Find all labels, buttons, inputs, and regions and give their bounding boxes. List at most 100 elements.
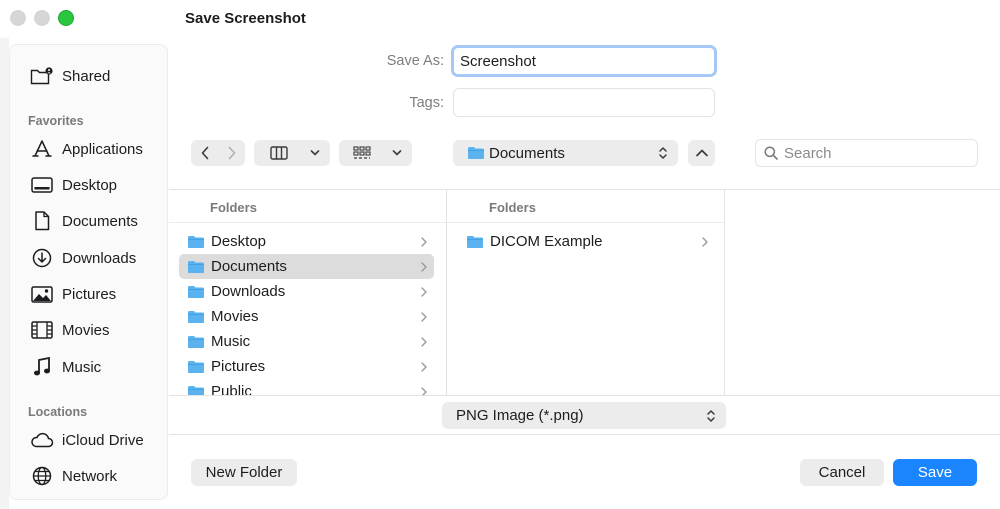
sidebar: Shared Favorites Applications Desktop Do…: [9, 44, 168, 500]
tags-input[interactable]: [453, 88, 715, 117]
applications-icon: [30, 138, 54, 160]
chevron-up-icon: [695, 149, 708, 157]
window-controls: [10, 10, 74, 26]
tags-label: Tags:: [409, 95, 444, 111]
folder-row[interactable]: Downloads: [179, 279, 434, 304]
locations-heading: Locations: [28, 405, 88, 419]
back-forward-group: [191, 140, 245, 166]
folder-icon: [187, 260, 205, 274]
column-heading: Folders: [489, 200, 536, 215]
back-button[interactable]: [191, 140, 218, 166]
folder-icon: [466, 235, 484, 249]
search-input[interactable]: [784, 144, 964, 162]
chevron-right-icon: [420, 310, 428, 327]
folder-label: Documents: [211, 258, 287, 275]
chevron-right-icon: [420, 335, 428, 352]
folder-label: Downloads: [211, 283, 286, 300]
search-icon: [764, 146, 778, 160]
folder-icon: [187, 360, 205, 374]
sidebar-item-icloud-drive[interactable]: iCloud Drive: [10, 425, 169, 455]
sidebar-item-downloads[interactable]: Downloads: [10, 243, 169, 273]
sidebar-item-label: iCloud Drive: [62, 431, 144, 449]
desktop-icon: [30, 174, 54, 196]
grid-view-icon: [353, 146, 371, 159]
sidebar-item-pictures[interactable]: Pictures: [10, 279, 169, 309]
collapse-dialog-button[interactable]: [688, 140, 715, 166]
folder-label: Public: [211, 383, 252, 395]
folder-column-2: DICOM Example: [458, 229, 715, 395]
chevron-right-icon: [701, 235, 709, 252]
folder-label: Desktop: [211, 233, 267, 250]
column-heading-divider: [447, 222, 724, 223]
folder-row[interactable]: Pictures: [179, 354, 434, 379]
browser-top-divider: [169, 189, 1000, 190]
chevron-left-icon: [201, 146, 208, 160]
chevron-right-icon: [420, 285, 428, 302]
sidebar-backdrop: [0, 38, 9, 509]
sidebar-item-label: Desktop: [62, 176, 118, 194]
sidebar-item-applications[interactable]: Applications: [10, 134, 169, 164]
downloads-icon: [30, 247, 54, 269]
chevron-right-icon: [420, 385, 428, 395]
cloud-icon: [30, 429, 54, 451]
folder-column-1: Desktop Documents Downloads Movies Music Pict…: [179, 229, 434, 395]
folder-label: Movies: [211, 308, 259, 325]
folder-icon: [187, 335, 205, 349]
pictures-icon: [30, 283, 54, 305]
chevron-right-icon: [420, 235, 428, 252]
up-down-chevron-icon: [659, 147, 667, 159]
folder-icon: [187, 310, 205, 324]
save-dialog: Shared Favorites Applications Desktop Do…: [0, 0, 1000, 509]
chevron-down-icon: [310, 150, 320, 156]
search-field[interactable]: [755, 139, 978, 167]
chevron-right-icon: [420, 260, 428, 277]
save-as-input[interactable]: [451, 45, 717, 77]
sidebar-item-label: Shared: [62, 67, 111, 85]
folder-row[interactable]: Music: [179, 329, 434, 354]
cancel-button[interactable]: Cancel: [800, 459, 884, 486]
sidebar-item-label: Applications: [62, 140, 143, 158]
sidebar-item-documents[interactable]: Documents: [10, 206, 169, 236]
sidebar-item-label: Network: [62, 467, 118, 485]
music-icon: [30, 356, 54, 378]
footer-divider: [169, 434, 1000, 435]
column-divider: [446, 189, 447, 395]
folder-row[interactable]: DICOM Example: [458, 229, 715, 254]
dialog-title: Save Screenshot: [185, 10, 306, 27]
folder-icon: [187, 235, 205, 249]
columns-view-icon: [270, 146, 288, 160]
sidebar-item-label: Downloads: [62, 249, 137, 267]
sidebar-item-shared[interactable]: Shared: [10, 61, 169, 91]
sidebar-item-movies[interactable]: Movies: [10, 315, 169, 345]
folder-label: Pictures: [211, 358, 266, 375]
folder-row[interactable]: Movies: [179, 304, 434, 329]
chevron-right-icon: [420, 360, 428, 377]
format-label: PNG Image (*.png): [456, 407, 584, 424]
new-folder-button[interactable]: New Folder: [191, 459, 297, 486]
group-by-button[interactable]: [339, 140, 412, 166]
location-label: Documents: [489, 144, 565, 162]
save-button[interactable]: Save: [893, 459, 977, 486]
forward-button[interactable]: [218, 140, 245, 166]
location-popup[interactable]: Documents: [453, 140, 678, 166]
up-down-chevron-icon: [707, 409, 715, 422]
sidebar-item-music[interactable]: Music: [10, 352, 169, 382]
sidebar-item-network[interactable]: Network: [10, 461, 169, 491]
movies-icon: [30, 319, 54, 341]
format-popup[interactable]: PNG Image (*.png): [442, 402, 726, 429]
globe-icon: [30, 465, 54, 487]
column-heading-divider: [169, 222, 446, 223]
folder-row[interactable]: Public: [179, 379, 434, 395]
folder-row[interactable]: Documents: [179, 254, 434, 279]
sidebar-item-desktop[interactable]: Desktop: [10, 170, 169, 200]
folder-row[interactable]: Desktop: [179, 229, 434, 254]
chevron-right-icon: [228, 146, 235, 160]
zoom-window-button[interactable]: [58, 10, 74, 26]
close-window-button[interactable]: [10, 10, 26, 26]
shared-folder-icon: [30, 65, 54, 87]
column-divider: [724, 189, 725, 395]
column-heading: Folders: [210, 200, 257, 215]
folder-icon: [187, 385, 205, 395]
view-mode-button[interactable]: [254, 140, 330, 166]
minimize-window-button[interactable]: [34, 10, 50, 26]
